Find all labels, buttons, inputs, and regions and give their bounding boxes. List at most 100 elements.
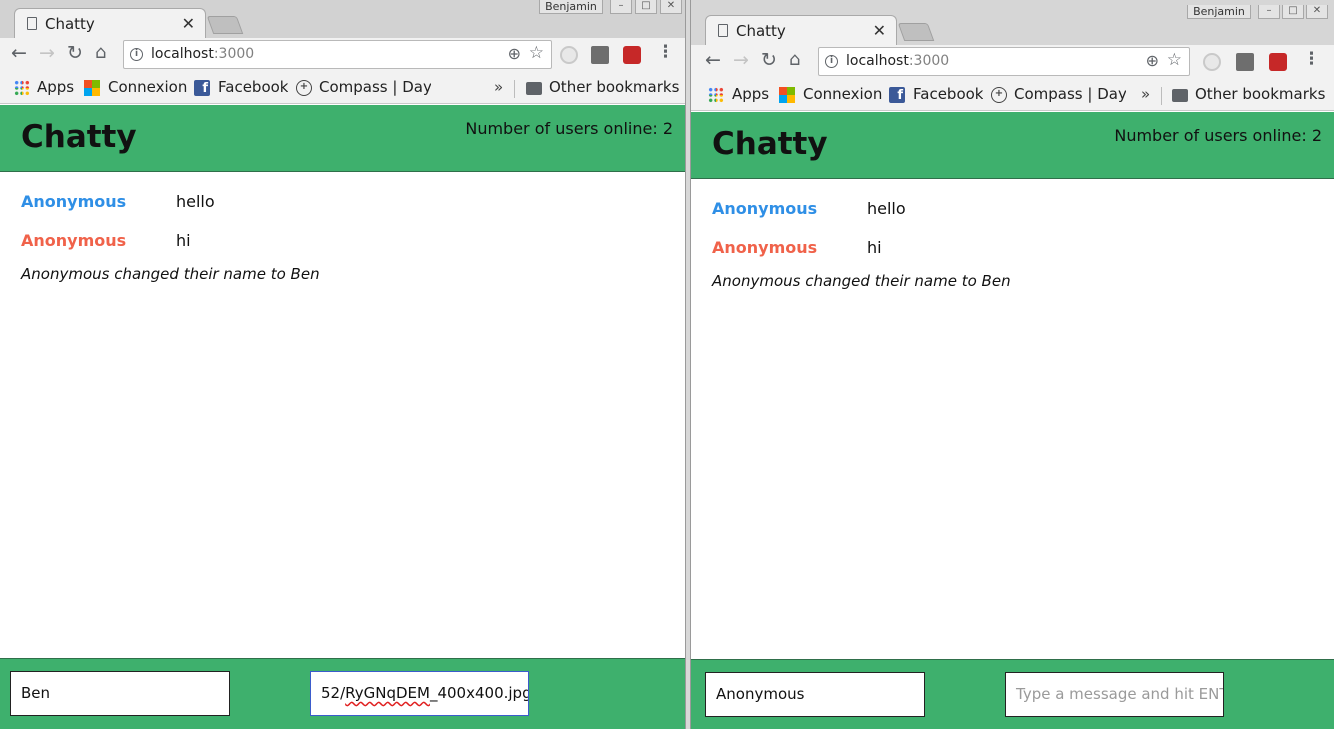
users-online-count: Number of users online: 2 (1114, 126, 1322, 145)
reload-icon[interactable]: ↻ (761, 49, 777, 71)
message-content: hi (867, 238, 882, 257)
browser-toolbar: ← → ↻ ⌂ i localhost:3000 ⊕ ☆ ⋮ (0, 38, 685, 72)
bookmark-apps[interactable]: Apps (37, 78, 74, 96)
bookmark-compass[interactable]: Compass | Day: w (1014, 85, 1126, 103)
bookmark-separator (1161, 87, 1162, 105)
app-navbar: Chatty Number of users online: 2 (691, 112, 1334, 179)
page-icon (718, 24, 728, 37)
bookmarks-overflow-button[interactable]: » (1141, 85, 1150, 103)
tab-title: Chatty (736, 22, 786, 40)
close-window-button[interactable]: ✕ (1306, 5, 1328, 19)
bookmark-connexion[interactable]: Connexion (803, 85, 882, 103)
message-content: hello (176, 192, 215, 211)
red-extension-icon[interactable] (1269, 53, 1287, 71)
message: Anonymous hi (21, 231, 191, 250)
facebook-icon: f (889, 87, 905, 103)
system-notification: Anonymous changed their name to Ben (712, 272, 1011, 290)
home-icon[interactable]: ⌂ (789, 49, 800, 70)
reload-icon[interactable]: ↻ (67, 42, 83, 64)
microsoft-icon (84, 80, 100, 96)
bookmarks-overflow-button[interactable]: » (494, 78, 503, 96)
trash-extension-icon[interactable] (1236, 53, 1254, 71)
message-list: Anonymous hello Anonymous hi Anonymous cha… (0, 173, 685, 658)
bookmark-connexion[interactable]: Connexion (108, 78, 187, 96)
app-brand[interactable]: Chatty (21, 119, 137, 155)
new-tab-button[interactable] (897, 23, 935, 41)
address-bar[interactable]: i localhost:3000 ⊕ ☆ (123, 40, 552, 69)
message-input-text-prefix: 52/ (321, 684, 346, 702)
message-input-placeholder: Type a message and hit ENTER (1016, 685, 1223, 703)
trash-extension-icon[interactable] (591, 46, 609, 64)
extension-icon[interactable] (1203, 53, 1221, 71)
browser-window-right: Chatty ✕ Benjamin – □ ✕ ← → ↻ ⌂ i localh… (690, 0, 1334, 729)
forward-icon[interactable]: → (39, 42, 55, 64)
message-content: hello (867, 199, 906, 218)
message-content: hi (176, 231, 191, 250)
tab-title: Chatty (45, 15, 95, 33)
bookmarks-bar: Apps Connexion f Facebook + Compass | Da… (691, 79, 1334, 111)
compass-icon: + (296, 80, 312, 96)
maximize-button[interactable]: □ (635, 0, 657, 14)
apps-icon (14, 80, 30, 96)
address-bar[interactable]: i localhost:3000 ⊕ ☆ (818, 47, 1190, 76)
compass-icon: + (991, 87, 1007, 103)
info-icon[interactable]: i (825, 55, 838, 68)
zoom-icon[interactable]: ⊕ (1146, 51, 1159, 70)
bookmarks-bar: Apps Connexion f Facebook + Compass | Da… (0, 72, 685, 104)
star-icon[interactable]: ☆ (1167, 50, 1182, 70)
back-icon[interactable]: ← (705, 49, 721, 71)
maximize-button[interactable]: □ (1282, 5, 1304, 19)
menu-icon[interactable]: ⋮ (1303, 49, 1320, 69)
message-username: Anonymous (21, 231, 127, 250)
message-username: Anonymous (712, 238, 818, 257)
profile-button[interactable]: Benjamin (1187, 5, 1251, 19)
folder-icon (526, 82, 542, 95)
star-icon[interactable]: ☆ (529, 43, 544, 63)
close-icon[interactable]: ✕ (182, 14, 195, 33)
message: Anonymous hello (712, 199, 906, 218)
info-icon[interactable]: i (130, 48, 143, 61)
red-extension-icon[interactable] (623, 46, 641, 64)
message-input[interactable]: 52/RyGNqDEM_400x400.jpg (310, 671, 529, 716)
message-list: Anonymous hello Anonymous hi Anonymous cha… (691, 180, 1334, 659)
back-icon[interactable]: ← (11, 42, 27, 64)
username-input[interactable]: Ben (10, 671, 230, 716)
bookmark-other[interactable]: Other bookmarks (549, 78, 679, 96)
zoom-icon[interactable]: ⊕ (508, 44, 521, 63)
extension-icon[interactable] (560, 46, 578, 64)
url-text: localhost:3000 (151, 46, 255, 62)
bookmark-separator (514, 80, 515, 98)
browser-toolbar: ← → ↻ ⌂ i localhost:3000 ⊕ ☆ ⋮ (691, 45, 1334, 79)
username-input[interactable]: Anonymous (705, 672, 925, 717)
menu-icon[interactable]: ⋮ (657, 42, 674, 62)
bookmark-facebook[interactable]: Facebook (218, 78, 288, 96)
app-navbar: Chatty Number of users online: 2 (0, 105, 685, 172)
new-tab-button[interactable] (206, 16, 244, 34)
bookmark-other[interactable]: Other bookmarks (1195, 85, 1325, 103)
facebook-icon: f (194, 80, 210, 96)
tab-chatty[interactable]: Chatty ✕ (14, 8, 206, 38)
chat-composer: Anonymous Type a message and hit ENTER (691, 659, 1334, 729)
message-input-text-misspelled: RyGNqDEM (345, 684, 430, 702)
message-input-text-suffix: _400x400.jpg (429, 684, 529, 702)
close-icon[interactable]: ✕ (873, 21, 886, 40)
minimize-button[interactable]: – (1258, 5, 1280, 19)
apps-icon (708, 87, 724, 103)
home-icon[interactable]: ⌂ (95, 42, 106, 63)
close-window-button[interactable]: ✕ (660, 0, 682, 14)
message-username: Anonymous (21, 192, 127, 211)
minimize-button[interactable]: – (610, 0, 632, 14)
chat-composer: Ben 52/RyGNqDEM_400x400.jpg (0, 658, 685, 729)
message: Anonymous hello (21, 192, 215, 211)
app-brand[interactable]: Chatty (712, 126, 828, 162)
system-notification: Anonymous changed their name to Ben (21, 265, 320, 283)
bookmark-compass[interactable]: Compass | Day: w (319, 78, 431, 96)
bookmark-facebook[interactable]: Facebook (913, 85, 983, 103)
title-bar: Chatty ✕ Benjamin – □ ✕ (0, 0, 685, 38)
bookmark-apps[interactable]: Apps (732, 85, 769, 103)
forward-icon[interactable]: → (733, 49, 749, 71)
message-input[interactable]: Type a message and hit ENTER (1005, 672, 1224, 717)
page-icon (27, 17, 37, 30)
profile-button[interactable]: Benjamin (539, 0, 603, 14)
tab-chatty[interactable]: Chatty ✕ (705, 15, 897, 45)
